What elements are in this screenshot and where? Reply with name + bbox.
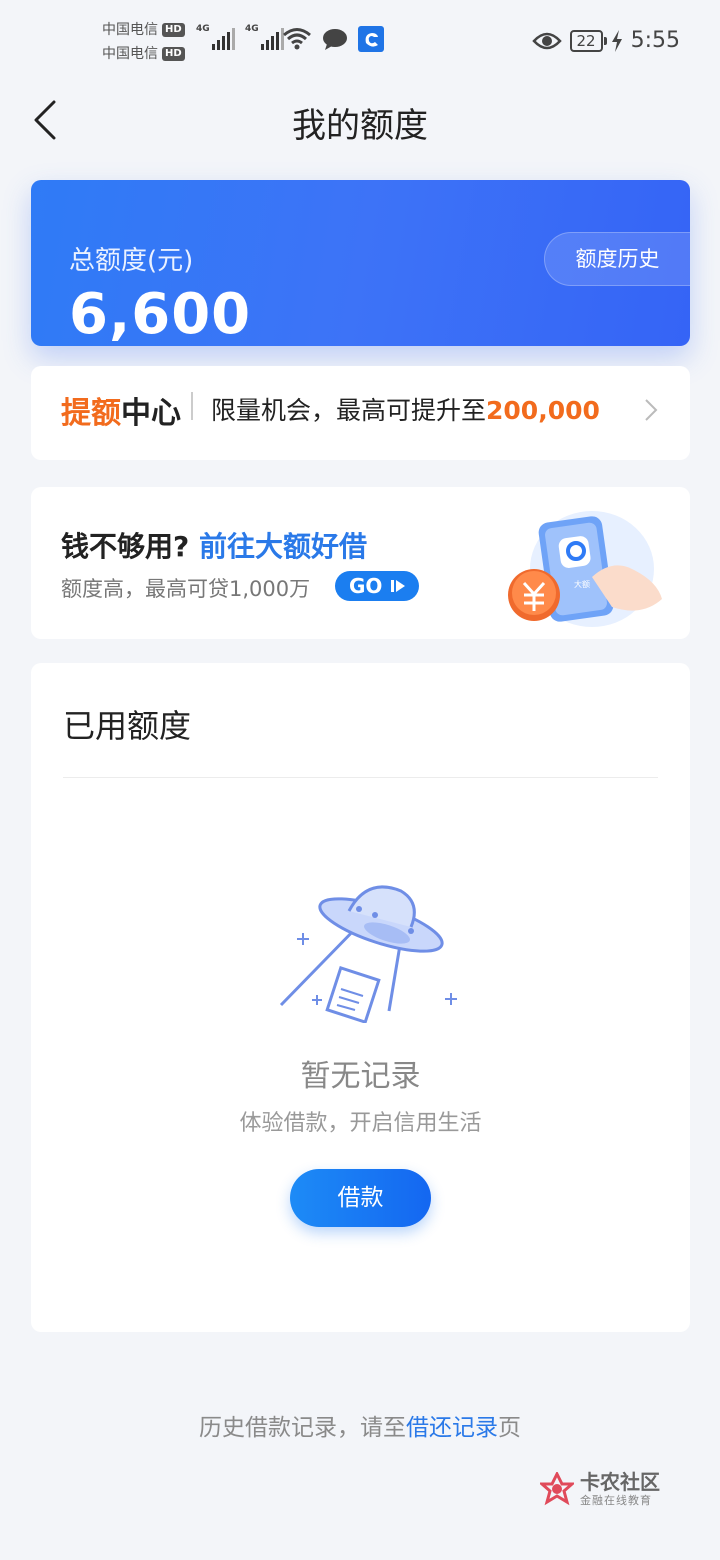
footer-text-after: 页 bbox=[498, 1415, 521, 1441]
notification-icons bbox=[282, 26, 384, 52]
system-status: 22 5:55 bbox=[531, 28, 680, 53]
play-bar-icon bbox=[391, 580, 394, 592]
carrier-info: 中国电信 HD 中国电信 HD bbox=[102, 18, 185, 66]
signal-indicators: 4G 4G bbox=[196, 24, 284, 50]
app-notification-icon bbox=[358, 26, 384, 52]
network-type-1: 4G bbox=[196, 24, 210, 34]
signal-strength-icon: 4G bbox=[196, 24, 235, 50]
empty-state-title: 暂无记录 bbox=[300, 1059, 421, 1094]
phone-coin-illustration: 大额 bbox=[508, 511, 662, 627]
divider bbox=[191, 392, 193, 420]
watermark-sub: 金融在线教育 bbox=[580, 1494, 652, 1507]
status-bar: 中国电信 HD 中国电信 HD 4G 4G 22 5:55 bbox=[0, 0, 720, 84]
used-quota-title: 已用额度 bbox=[63, 707, 192, 745]
raise-center-description: 限量机会，最高可提升至200,000 bbox=[211, 391, 600, 427]
footer-note: 历史借款记录，请至借还记录页 bbox=[0, 1408, 720, 1442]
quota-history-button[interactable]: 额度历史 bbox=[544, 232, 690, 286]
carrier-name-1: 中国电信 bbox=[102, 22, 158, 38]
empty-state-subtitle: 体验借款，开启信用生活 bbox=[239, 1111, 482, 1136]
promo-title: 钱不够用? 前往大额好借 bbox=[61, 525, 367, 565]
raise-center-text: 限量机会，最高可提升至 bbox=[211, 396, 487, 425]
watermark: 卡农社区 金融在线教育 bbox=[540, 1472, 660, 1506]
total-quota-label: 总额度(元) bbox=[69, 246, 194, 276]
watermark-logo-icon bbox=[540, 1472, 574, 1506]
borrow-button[interactable]: 借款 bbox=[290, 1169, 431, 1227]
promo-title-plain: 钱不够用? bbox=[61, 530, 190, 563]
raise-center-title: 提额中心 bbox=[61, 388, 181, 432]
battery-icon: 22 bbox=[569, 29, 607, 52]
used-quota-card: 已用额度 暂无记录 体验借款，开启信用生活 借款 bbox=[31, 663, 690, 1332]
ufo-empty-state-icon bbox=[279, 885, 457, 1023]
play-triangle-icon bbox=[396, 580, 405, 592]
navigation-bar: 我的额度 bbox=[0, 84, 720, 156]
loan-records-link[interactable]: 借还记录 bbox=[406, 1415, 498, 1441]
hd-badge-1: HD bbox=[162, 23, 185, 37]
total-quota-value: 6,600 bbox=[69, 282, 252, 346]
clock: 5:55 bbox=[630, 28, 680, 53]
page-title: 我的额度 bbox=[292, 106, 428, 146]
divider bbox=[63, 777, 658, 778]
chevron-right-icon bbox=[645, 399, 658, 421]
signal-strength-icon: 4G bbox=[245, 24, 284, 50]
raise-quota-center-banner[interactable]: 提额中心 限量机会，最高可提升至200,000 bbox=[31, 366, 690, 460]
watermark-main: 卡农社区 bbox=[580, 1470, 660, 1494]
art-label: 大额 bbox=[574, 579, 590, 589]
go-button[interactable]: GO bbox=[335, 571, 419, 601]
charging-icon bbox=[611, 29, 622, 52]
hd-badge-2: HD bbox=[162, 47, 185, 61]
large-loan-promo-card[interactable]: 钱不够用? 前往大额好借 额度高，最高可贷1,000万 GO 大额 bbox=[31, 487, 690, 639]
message-icon bbox=[323, 29, 347, 50]
eye-icon bbox=[531, 32, 562, 49]
raise-center-amount: 200,000 bbox=[486, 396, 600, 425]
go-label: GO bbox=[349, 574, 383, 598]
raise-center-title-rest: 中心 bbox=[121, 396, 181, 431]
footer-text-before: 历史借款记录，请至 bbox=[199, 1415, 406, 1441]
wifi-icon bbox=[283, 28, 311, 50]
carrier-name-2: 中国电信 bbox=[102, 46, 158, 62]
network-type-2: 4G bbox=[245, 24, 259, 34]
raise-center-title-highlight: 提额 bbox=[61, 396, 121, 431]
total-quota-card: 总额度(元) 6,600 额度历史 bbox=[31, 180, 690, 346]
promo-subtitle: 额度高，最高可贷1,000万 bbox=[61, 577, 311, 601]
promo-title-link: 前往大额好借 bbox=[199, 530, 368, 563]
